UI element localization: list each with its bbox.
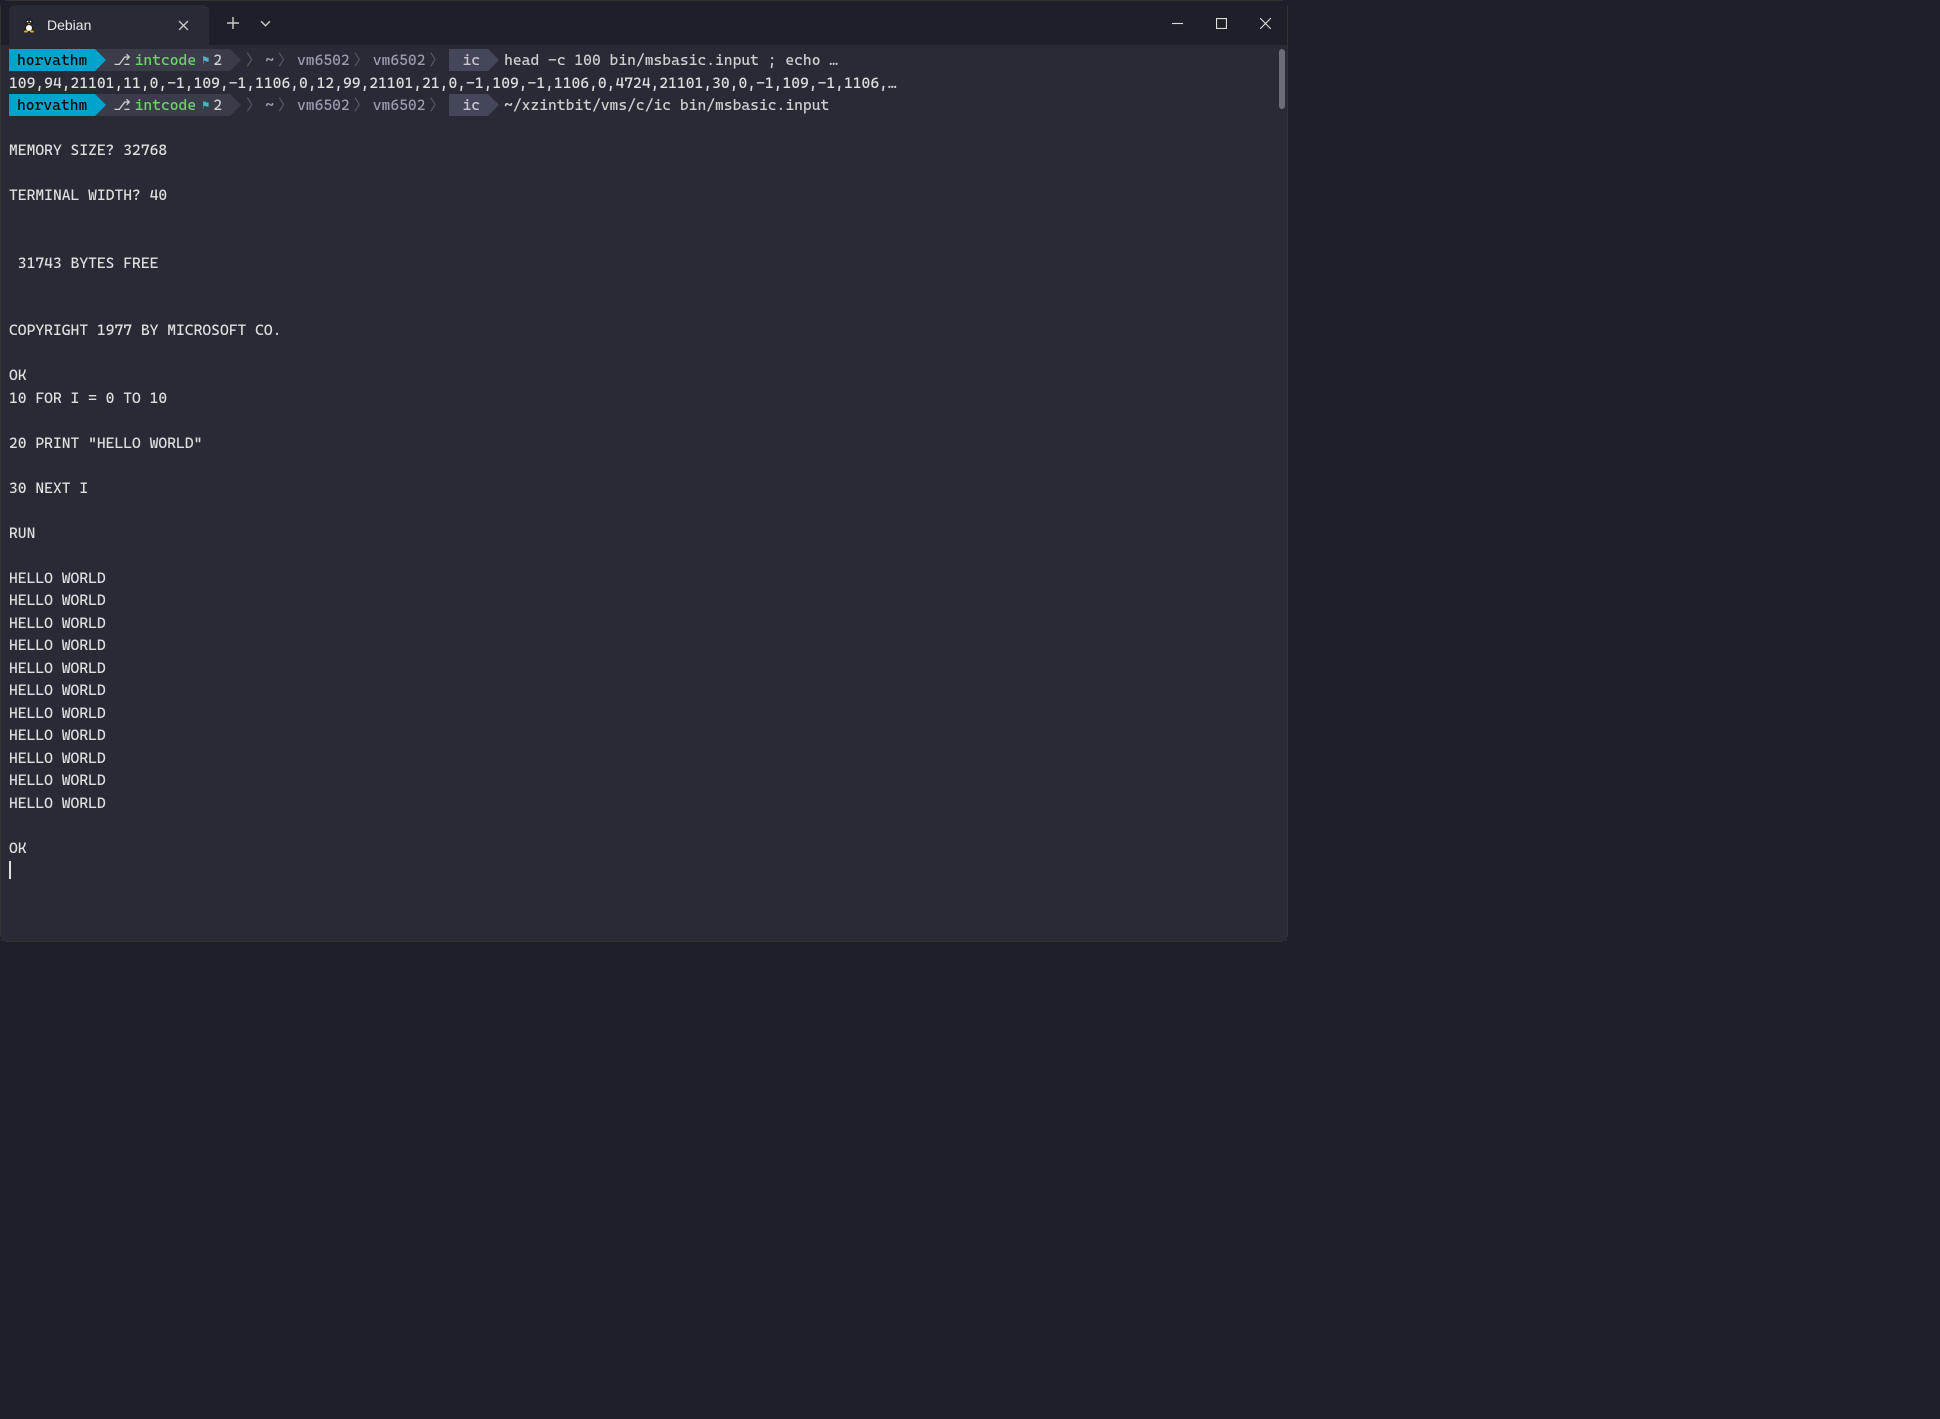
prompt-branch: intcode [135,94,197,117]
prompt-path-group: 〉~ 〉vm6502 〉vm6502 〉 [230,94,448,117]
close-icon [1260,18,1271,29]
maximize-button[interactable] [1199,8,1243,38]
close-icon [178,20,189,31]
path-part: ~ [265,49,274,72]
prompt-git-seg: ⎇ intcode ⚑ 2 [95,94,230,116]
prompt-cwd-seg: ic [449,49,489,71]
output-line: 109,94,21101,11,0,-1,109,-1,1106,0,12,99… [9,72,1279,95]
path-part: vm6502 [373,49,426,72]
plus-icon [227,17,239,29]
chevron-right-icon: 〉 [350,49,373,72]
command-text: head -c 100 bin/msbasic.input ; echo … [504,49,838,72]
chevron-right-icon: 〉 [274,94,297,117]
path-part: vm6502 [297,94,350,117]
tab-dropdown-button[interactable] [249,7,281,39]
path-part: vm6502 [373,94,426,117]
git-branch-icon: ⎇ [113,94,130,117]
prompt-cwd-seg: ic [449,94,489,116]
window-controls [1155,1,1287,45]
minimize-button[interactable] [1155,8,1199,38]
git-flag-icon: ⚑ [202,51,209,69]
scrollbar-thumb[interactable] [1279,49,1285,109]
prompt-gitnum: 2 [213,49,222,72]
prompt-path-group: 〉~ 〉vm6502 〉vm6502 〉 [230,49,448,72]
prompt-cwd: ic [463,94,481,117]
prompt-cwd: ic [463,49,481,72]
close-window-button[interactable] [1243,8,1287,38]
tux-icon [21,17,37,33]
path-part: vm6502 [297,49,350,72]
tab-title: Debian [47,17,159,33]
chevron-right-icon: 〉 [425,49,448,72]
prompt-user-seg: horvathm [9,49,95,71]
prompt-git-seg: ⎇ intcode ⚑ 2 [95,49,230,71]
maximize-icon [1216,18,1227,29]
titlebar: Debian [1,1,1287,45]
prompt-gitnum: 2 [213,94,222,117]
chevron-right-icon: 〉 [274,49,297,72]
tabs-area: Debian [1,1,281,45]
chevron-right-icon: 〉 [425,94,448,117]
git-branch-icon: ⎇ [113,49,130,72]
chevron-right-icon: 〉 [350,94,373,117]
text-cursor [9,861,11,879]
prompt-line-2: horvathm ⎇ intcode ⚑ 2 〉~ 〉vm6502 〉vm650… [9,94,1279,117]
prompt-branch: intcode [135,49,197,72]
cursor-line [9,859,1279,882]
minimize-icon [1172,18,1183,29]
path-part: ~ [265,94,274,117]
terminal-area[interactable]: horvathm ⎇ intcode ⚑ 2 〉~ 〉vm6502 〉vm650… [1,45,1287,941]
tab-close-button[interactable] [169,11,197,39]
prompt-user: horvathm [17,94,87,117]
tab-debian[interactable]: Debian [9,5,209,45]
prompt-user: horvathm [17,49,87,72]
git-flag-icon: ⚑ [202,96,209,114]
new-tab-button[interactable] [217,7,249,39]
chevron-down-icon [260,20,271,27]
command-text: ~/xzintbit/vms/c/ic bin/msbasic.input [504,94,829,117]
prompt-line-1: horvathm ⎇ intcode ⚑ 2 〉~ 〉vm6502 〉vm650… [9,49,1279,72]
prompt-user-seg: horvathm [9,94,95,116]
output-block: MEMORY SIZE? 32768 TERMINAL WIDTH? 40 31… [9,117,1279,860]
